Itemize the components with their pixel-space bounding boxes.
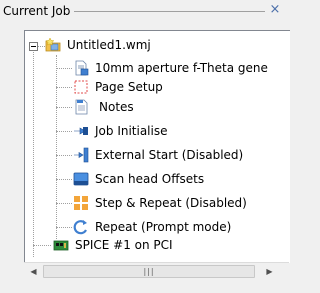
tree-item-label: Job Initialise — [95, 124, 168, 138]
job-tree[interactable]: Untitled1.wmj 10mm aperture f-Theta gene… — [24, 30, 290, 263]
scroll-left-icon[interactable]: ◀ — [25, 263, 42, 280]
tree-item-root[interactable]: Untitled1.wmj — [45, 36, 290, 55]
external-start-icon — [74, 147, 89, 163]
panel-header: Current Job × — [0, 0, 289, 22]
tree-connector-h — [38, 46, 45, 47]
scan-head-offsets-icon — [73, 172, 89, 186]
tree-connector-h — [56, 179, 72, 180]
repeat-icon — [73, 220, 87, 235]
tree-item-page-setup[interactable]: Page Setup — [73, 78, 290, 97]
job-initialise-icon — [74, 127, 88, 135]
tree-item-repeat[interactable]: Repeat (Prompt mode) — [73, 218, 290, 237]
tree-item-label: 10mm aperture f-Theta gene — [95, 61, 268, 75]
tree-connector-h — [56, 203, 72, 204]
tree-item-f-theta[interactable]: 10mm aperture f-Theta gene — [73, 59, 290, 78]
tree-item-label: Scan head Offsets — [95, 172, 205, 186]
tree-connector-h — [33, 245, 51, 246]
tree-item-label: Repeat (Prompt mode) — [95, 220, 232, 234]
tree-item-label: Notes — [99, 100, 134, 114]
tree-item-root-label: Untitled1.wmj — [67, 38, 151, 52]
tree-item-label: Step & Repeat (Disabled) — [95, 196, 247, 210]
scroll-right-icon[interactable]: ▶ — [261, 263, 278, 280]
lens-document-icon — [75, 60, 89, 76]
scrollbar-thumb[interactable]: ||| — [43, 265, 255, 278]
tree-item-external-start[interactable]: External Start (Disabled) — [73, 146, 290, 165]
tree-connector-h — [56, 131, 72, 132]
pci-card-icon — [53, 240, 69, 251]
grip-icon: ||| — [143, 267, 155, 276]
tree-item-job-initialise[interactable]: Job Initialise — [73, 122, 290, 141]
tree-connector-root — [33, 52, 34, 257]
tree-item-label: Page Setup — [95, 80, 163, 94]
tree-item-notes[interactable]: Notes — [73, 98, 290, 117]
page-setup-icon — [74, 80, 88, 94]
collapse-toggle[interactable] — [29, 42, 38, 51]
tree-item-step-repeat[interactable]: Step & Repeat (Disabled) — [73, 194, 290, 213]
step-repeat-icon — [74, 196, 88, 210]
notes-icon — [75, 99, 88, 115]
close-icon[interactable]: × — [268, 3, 282, 17]
tree-connector-h — [56, 155, 72, 156]
tree-item-spice[interactable]: SPICE #1 on PCI — [53, 236, 290, 255]
tree-connector-h — [56, 227, 72, 228]
tree-item-label: External Start (Disabled) — [95, 148, 244, 162]
tree-connector-h — [56, 107, 72, 108]
panel-title-rule — [74, 11, 265, 12]
tree-connector-h — [56, 68, 72, 69]
panel-title: Current Job — [3, 4, 71, 18]
tree-connector-children — [56, 55, 57, 239]
job-folder-icon — [45, 37, 61, 52]
tree-connector-h — [56, 87, 72, 88]
tree-item-scan-head-offsets[interactable]: Scan head Offsets — [73, 170, 290, 189]
horizontal-scrollbar[interactable]: ◀ ||| ▶ — [24, 262, 289, 281]
tree-item-label: SPICE #1 on PCI — [75, 238, 173, 252]
